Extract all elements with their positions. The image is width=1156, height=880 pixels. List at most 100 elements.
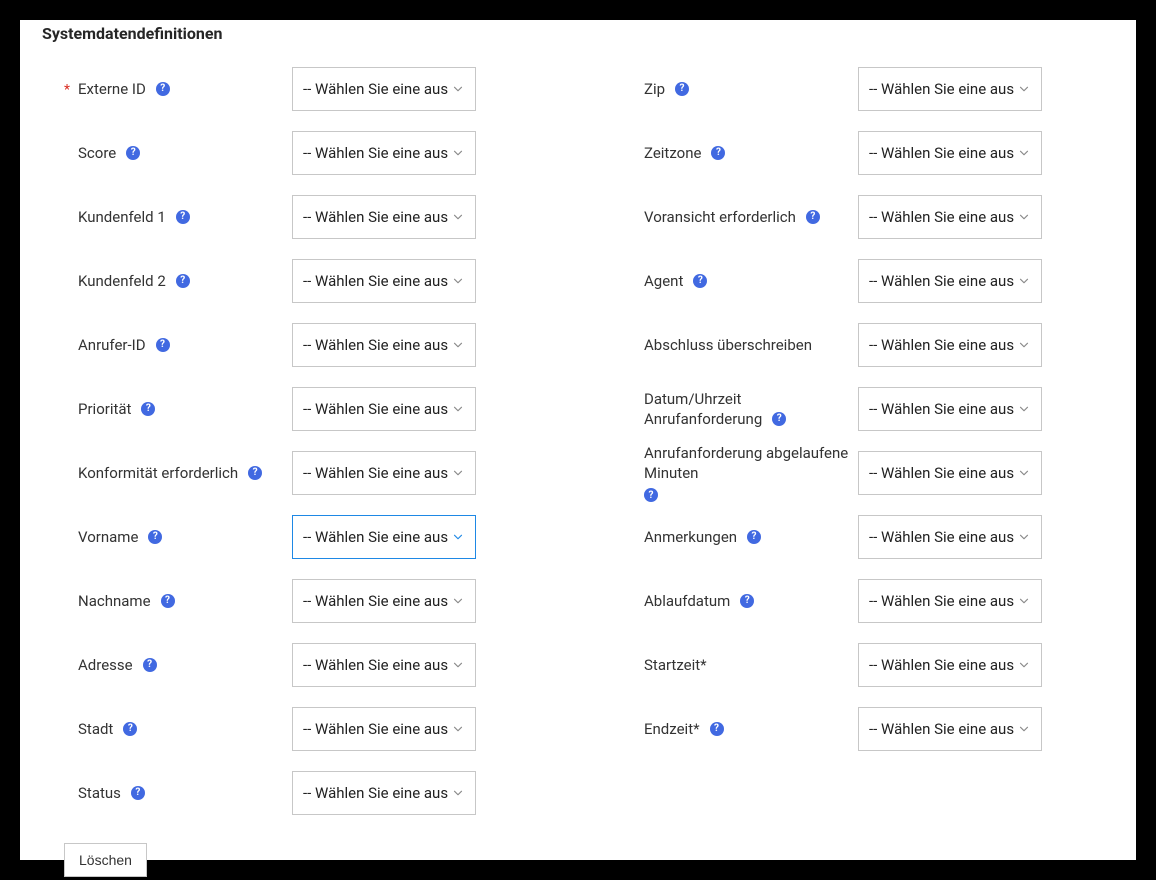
field-label-wrap-adresse: Adresse ?: [42, 655, 292, 675]
field-label-wrap-datum-uhrzeit: Datum/Uhrzeit Anrufanforderung ?: [608, 389, 858, 430]
help-icon-anrufer-id[interactable]: ?: [156, 338, 170, 352]
select-ablaufdatum[interactable]: -- Wählen Sie eine aus --: [858, 579, 1042, 623]
field-label-wrap-anrufer-id: Anrufer-ID ?: [42, 335, 292, 355]
help-icon-prioritaet[interactable]: ?: [141, 402, 155, 416]
help-icon-status[interactable]: ?: [131, 786, 145, 800]
help-icon-vorname[interactable]: ?: [148, 530, 162, 544]
field-row-endzeit: Endzeit* ? -- Wählen Sie eine aus --: [608, 697, 1114, 761]
select-anmerkungen[interactable]: -- Wählen Sie eine aus --: [858, 515, 1042, 559]
field-row-externe-id: *Externe ID ?-- Wählen Sie eine aus --: [42, 57, 548, 121]
field-label-kundenfeld-1: Kundenfeld 1: [78, 208, 166, 226]
select-value-status: -- Wählen Sie eine aus --: [303, 784, 451, 802]
select-value-anrufanforderung-min: -- Wählen Sie eine aus --: [869, 464, 1017, 482]
field-label-adresse: Adresse: [78, 656, 133, 674]
field-row-stadt: Stadt ?-- Wählen Sie eine aus --: [42, 697, 548, 761]
select-stadt[interactable]: -- Wählen Sie eine aus --: [292, 707, 476, 751]
help-icon-kundenfeld-2[interactable]: ?: [176, 274, 190, 288]
select-prioritaet[interactable]: -- Wählen Sie eine aus --: [292, 387, 476, 431]
field-row-datum-uhrzeit: Datum/Uhrzeit Anrufanforderung ? -- Wähle…: [608, 377, 1114, 441]
field-row-agent: Agent ? -- Wählen Sie eine aus --: [608, 249, 1114, 313]
chevron-down-icon: [451, 722, 465, 736]
select-value-endzeit: -- Wählen Sie eine aus --: [869, 720, 1017, 738]
help-icon-nachname[interactable]: ?: [161, 594, 175, 608]
select-zip[interactable]: -- Wählen Sie eine aus --: [858, 67, 1042, 111]
select-agent[interactable]: -- Wählen Sie eine aus --: [858, 259, 1042, 303]
help-icon-adresse[interactable]: ?: [143, 658, 157, 672]
select-value-kundenfeld-2: -- Wählen Sie eine aus --: [303, 272, 451, 290]
select-konformitaet[interactable]: -- Wählen Sie eine aus --: [292, 451, 476, 495]
field-label-zeitzone: Zeitzone: [644, 144, 701, 162]
chevron-down-icon: [1017, 594, 1031, 608]
field-label-vorname: Vorname: [78, 528, 138, 546]
select-externe-id[interactable]: -- Wählen Sie eine aus --: [292, 67, 476, 111]
help-icon-anrufanforderung-min[interactable]: ?: [644, 488, 658, 502]
help-icon-score[interactable]: ?: [126, 146, 140, 160]
section-title: Systemdatendefinitionen: [42, 24, 1114, 43]
select-anrufer-id[interactable]: -- Wählen Sie eine aus --: [292, 323, 476, 367]
form-footer: Löschen: [42, 843, 1114, 877]
field-label-wrap-stadt: Stadt ?: [42, 719, 292, 739]
chevron-down-icon: [1017, 146, 1031, 160]
chevron-down-icon: [451, 338, 465, 352]
field-row-kundenfeld-1: Kundenfeld 1 ? -- Wählen Sie eine aus --: [42, 185, 548, 249]
field-label-score: Score: [78, 144, 116, 162]
select-anrufanforderung-min[interactable]: -- Wählen Sie eine aus --: [858, 451, 1042, 495]
help-icon-konformitaet[interactable]: ?: [248, 466, 262, 480]
field-label-wrap-zip: Zip ?: [608, 79, 858, 99]
help-icon-endzeit[interactable]: ?: [710, 722, 724, 736]
field-label-wrap-score: Score ?: [42, 143, 292, 163]
select-datum-uhrzeit[interactable]: -- Wählen Sie eine aus --: [858, 387, 1042, 431]
help-icon-ablaufdatum[interactable]: ?: [740, 594, 754, 608]
select-value-startzeit: -- Wählen Sie eine aus --: [869, 656, 1017, 674]
delete-button[interactable]: Löschen: [64, 843, 147, 877]
field-row-nachname: Nachname ?-- Wählen Sie eine aus --: [42, 569, 548, 633]
select-value-agent: -- Wählen Sie eine aus --: [869, 272, 1017, 290]
select-endzeit[interactable]: -- Wählen Sie eine aus --: [858, 707, 1042, 751]
select-adresse[interactable]: -- Wählen Sie eine aus --: [292, 643, 476, 687]
field-label-zip: Zip: [644, 80, 665, 98]
chevron-down-icon: [451, 530, 465, 544]
select-vorname[interactable]: -- Wählen Sie eine aus --: [292, 515, 476, 559]
select-zeitzone[interactable]: -- Wählen Sie eine aus --: [858, 131, 1042, 175]
field-label-wrap-externe-id: *Externe ID ?: [42, 79, 292, 99]
select-voransicht[interactable]: -- Wählen Sie eine aus --: [858, 195, 1042, 239]
field-label-wrap-agent: Agent ?: [608, 271, 858, 291]
field-row-vorname: Vorname ?-- Wählen Sie eine aus --: [42, 505, 548, 569]
page-container: Systemdatendefinitionen *Externe ID ?-- …: [20, 20, 1136, 860]
field-label-wrap-ablaufdatum: Ablaufdatum ?: [608, 591, 858, 611]
help-icon-zeitzone[interactable]: ?: [711, 146, 725, 160]
select-kundenfeld-1[interactable]: -- Wählen Sie eine aus --: [292, 195, 476, 239]
help-icon-externe-id[interactable]: ?: [156, 82, 170, 96]
select-value-datum-uhrzeit: -- Wählen Sie eine aus --: [869, 400, 1017, 418]
field-row-prioritaet: Priorität ?-- Wählen Sie eine aus --: [42, 377, 548, 441]
select-abschluss[interactable]: -- Wählen Sie eine aus --: [858, 323, 1042, 367]
field-label-wrap-nachname: Nachname ?: [42, 591, 292, 611]
help-icon-zip[interactable]: ?: [675, 82, 689, 96]
select-startzeit[interactable]: -- Wählen Sie eine aus --: [858, 643, 1042, 687]
help-icon-kundenfeld-1[interactable]: ?: [176, 210, 190, 224]
select-kundenfeld-2[interactable]: -- Wählen Sie eine aus --: [292, 259, 476, 303]
field-label-voransicht: Voransicht erforderlich: [644, 208, 796, 226]
chevron-down-icon: [451, 402, 465, 416]
chevron-down-icon: [1017, 658, 1031, 672]
help-icon-datum-uhrzeit[interactable]: ?: [772, 412, 786, 426]
help-icon-stadt[interactable]: ?: [123, 722, 137, 736]
field-row-anrufer-id: Anrufer-ID ? -- Wählen Sie eine aus --: [42, 313, 548, 377]
help-icon-voransicht[interactable]: ?: [806, 210, 820, 224]
chevron-down-icon: [1017, 82, 1031, 96]
select-nachname[interactable]: -- Wählen Sie eine aus --: [292, 579, 476, 623]
field-row-adresse: Adresse ?-- Wählen Sie eine aus --: [42, 633, 548, 697]
field-label-nachname: Nachname: [78, 592, 151, 610]
field-label-wrap-status: Status ?: [42, 783, 292, 803]
select-status[interactable]: -- Wählen Sie eine aus --: [292, 771, 476, 815]
field-label-endzeit: Endzeit*: [644, 720, 700, 738]
field-label-wrap-anmerkungen: Anmerkungen ?: [608, 527, 858, 547]
chevron-down-icon: [451, 594, 465, 608]
field-label-wrap-vorname: Vorname ?: [42, 527, 292, 547]
field-row-anmerkungen: Anmerkungen ?-- Wählen Sie eine aus --: [608, 505, 1114, 569]
chevron-down-icon: [451, 274, 465, 288]
select-score[interactable]: -- Wählen Sie eine aus --: [292, 131, 476, 175]
help-icon-agent[interactable]: ?: [693, 274, 707, 288]
select-value-anrufer-id: -- Wählen Sie eine aus --: [303, 336, 451, 354]
help-icon-anmerkungen[interactable]: ?: [747, 530, 761, 544]
